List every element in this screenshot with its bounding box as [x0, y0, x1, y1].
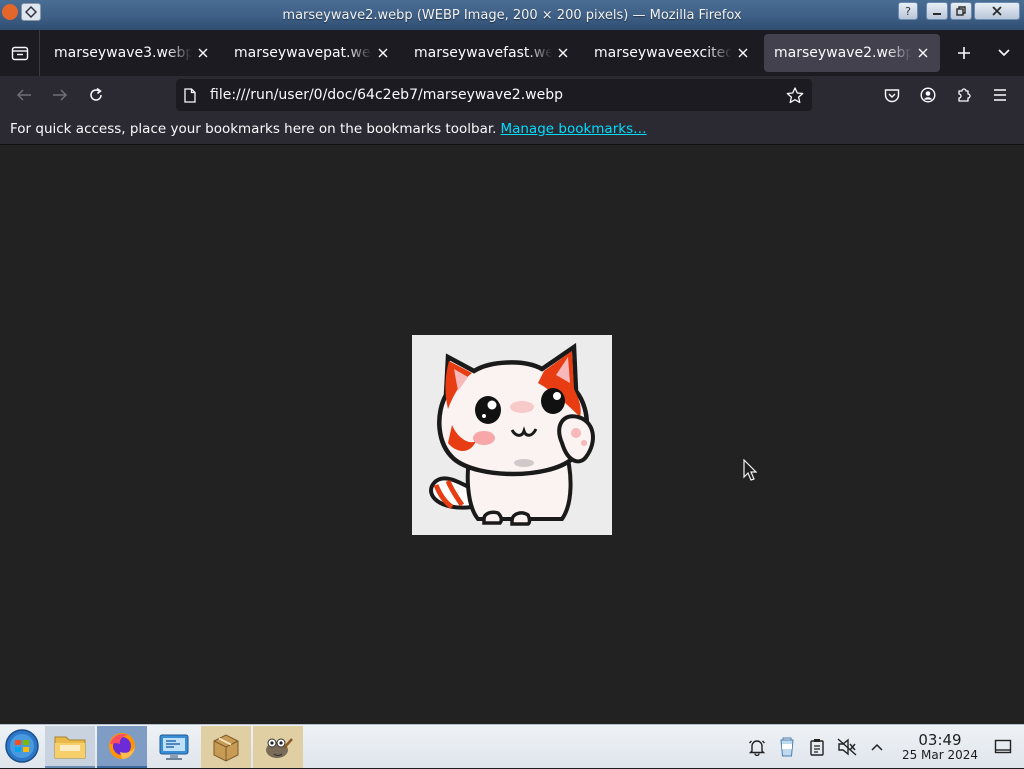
bookmarks-toolbar: For quick access, place your bookmarks h… — [0, 114, 1024, 145]
folder-icon — [54, 736, 86, 759]
tab-close-button[interactable] — [914, 44, 932, 62]
firefox-app-icon[interactable] — [2, 4, 18, 20]
reload-button[interactable] — [78, 79, 114, 111]
notifications-tray[interactable] — [742, 732, 772, 762]
clock-date: 25 Mar 2024 — [901, 748, 979, 762]
volume-tray[interactable] — [832, 732, 862, 762]
start-menu-button[interactable] — [4, 728, 40, 764]
plus-icon — [958, 47, 970, 59]
minimize-icon — [933, 13, 941, 15]
storage-tray[interactable] — [802, 732, 832, 762]
clock-time: 03:49 — [918, 731, 962, 749]
clipboard-icon — [810, 739, 824, 756]
extensions-button[interactable] — [946, 79, 982, 111]
window-title: marseywave2.webp (WEBP Image, 200 × 200 … — [282, 7, 742, 23]
close-window-button[interactable] — [974, 2, 1020, 20]
puzzle-icon — [958, 88, 971, 102]
tab-marseywaveexcited[interactable]: marseywaveexcited.webp (WEBP Image, 200 … — [584, 34, 760, 72]
tab-marseywave2[interactable]: marseywave2.webp (WEBP Image, 200 × 200 … — [764, 34, 940, 72]
tab-marseywavefast[interactable]: marseywavefast.webp (WEBP Image, 200 × 2… — [404, 34, 580, 72]
tab-marseywavepat[interactable]: marseywavepat.webp (WEBP Image, 200 × 20… — [224, 34, 400, 72]
reload-icon — [90, 87, 102, 101]
bell-icon — [748, 740, 766, 756]
close-icon — [558, 48, 568, 58]
pocket-icon — [884, 88, 900, 102]
package-icon — [213, 734, 239, 762]
close-icon — [992, 6, 1002, 16]
save-to-pocket-button[interactable] — [874, 79, 910, 111]
maximize-button[interactable] — [950, 2, 972, 20]
cup-icon — [780, 737, 794, 757]
help-button[interactable]: ? — [898, 2, 918, 20]
address-bar[interactable]: file:///run/user/0/doc/64c2eb7/marseywav… — [176, 79, 812, 111]
manage-bookmarks-link[interactable]: Manage bookmarks… — [500, 121, 646, 137]
arrow-right-icon — [53, 89, 68, 101]
tab-title: marseywavefast.webp (WEBP Image, 200 × 2… — [414, 45, 552, 61]
volume-muted-icon — [837, 738, 857, 756]
tab-close-button[interactable] — [554, 44, 572, 62]
show-hidden-icons-button[interactable] — [862, 732, 892, 762]
hamburger-menu-icon — [994, 89, 1006, 101]
firefox-icon — [109, 733, 135, 759]
taskbar-file-manager[interactable] — [45, 726, 95, 768]
navigation-toolbar: file:///run/user/0/doc/64c2eb7/marseywav… — [0, 76, 1024, 114]
show-desktop-button[interactable] — [988, 732, 1018, 762]
taskbar-gimp[interactable] — [253, 726, 303, 768]
chevron-up-icon — [871, 743, 883, 751]
taskbar: 03:49 25 Mar 2024 — [0, 724, 1024, 768]
taskbar-system-settings[interactable] — [149, 726, 199, 768]
app-menu-button[interactable] — [982, 79, 1018, 111]
new-tab-button[interactable] — [944, 30, 984, 76]
window-titlebar[interactable]: marseywave2.webp (WEBP Image, 200 × 200 … — [0, 0, 1024, 30]
tab-close-button[interactable] — [194, 44, 212, 62]
taskbar-firefox[interactable] — [97, 726, 147, 768]
tab-close-button[interactable] — [374, 44, 392, 62]
taskbar-archive-manager[interactable] — [201, 726, 251, 768]
gimp-icon — [266, 738, 293, 758]
back-button[interactable] — [6, 79, 42, 111]
image-viewer — [0, 145, 1024, 724]
bookmarks-empty-message: For quick access, place your bookmarks h… — [10, 121, 497, 137]
displayed-image[interactable] — [412, 335, 612, 535]
list-all-tabs-button[interactable] — [984, 30, 1024, 76]
account-icon — [920, 87, 936, 103]
desktop-icon — [994, 739, 1012, 754]
clock[interactable]: 03:49 25 Mar 2024 — [898, 732, 982, 762]
waving-cat-illustration — [429, 342, 595, 526]
start-orb-icon — [5, 729, 39, 763]
close-icon — [198, 48, 208, 58]
window-menu-icon[interactable] — [21, 3, 41, 21]
tab-title: marseywavepat.webp (WEBP Image, 200 × 20… — [234, 45, 372, 61]
forward-button[interactable] — [42, 79, 78, 111]
page-icon — [184, 87, 196, 103]
computer-settings-icon — [159, 734, 189, 760]
arrow-left-icon — [16, 89, 31, 101]
question-icon: ? — [905, 4, 911, 18]
url-text[interactable]: file:///run/user/0/doc/64c2eb7/marseywav… — [210, 87, 786, 103]
tab-title: marseywave3.webp (WEBP Image, 200 × 200 … — [54, 45, 192, 61]
close-icon — [918, 48, 928, 58]
tab-title: marseywave2.webp (WEBP Image, 200 × 200 … — [774, 45, 912, 61]
close-icon — [738, 48, 748, 58]
chevron-down-icon — [998, 49, 1010, 57]
minimize-button[interactable] — [926, 2, 948, 20]
bookmark-star-button[interactable] — [786, 86, 804, 104]
tab-strip: marseywave3.webp (WEBP Image, 200 × 200 … — [0, 30, 1024, 76]
close-icon — [378, 48, 388, 58]
clipboard-tray[interactable] — [772, 732, 802, 762]
tab-marseywave3[interactable]: marseywave3.webp (WEBP Image, 200 × 200 … — [44, 34, 220, 72]
account-button[interactable] — [910, 79, 946, 111]
restore-icon — [956, 6, 966, 16]
system-tray: 03:49 25 Mar 2024 — [742, 725, 1024, 769]
firefox-view-icon — [11, 46, 28, 61]
firefox-view-button[interactable] — [0, 30, 40, 76]
star-icon — [786, 86, 804, 103]
mouse-cursor-icon — [743, 459, 757, 481]
tab-close-button[interactable] — [734, 44, 752, 62]
tab-title: marseywaveexcited.webp (WEBP Image, 200 … — [594, 45, 732, 61]
